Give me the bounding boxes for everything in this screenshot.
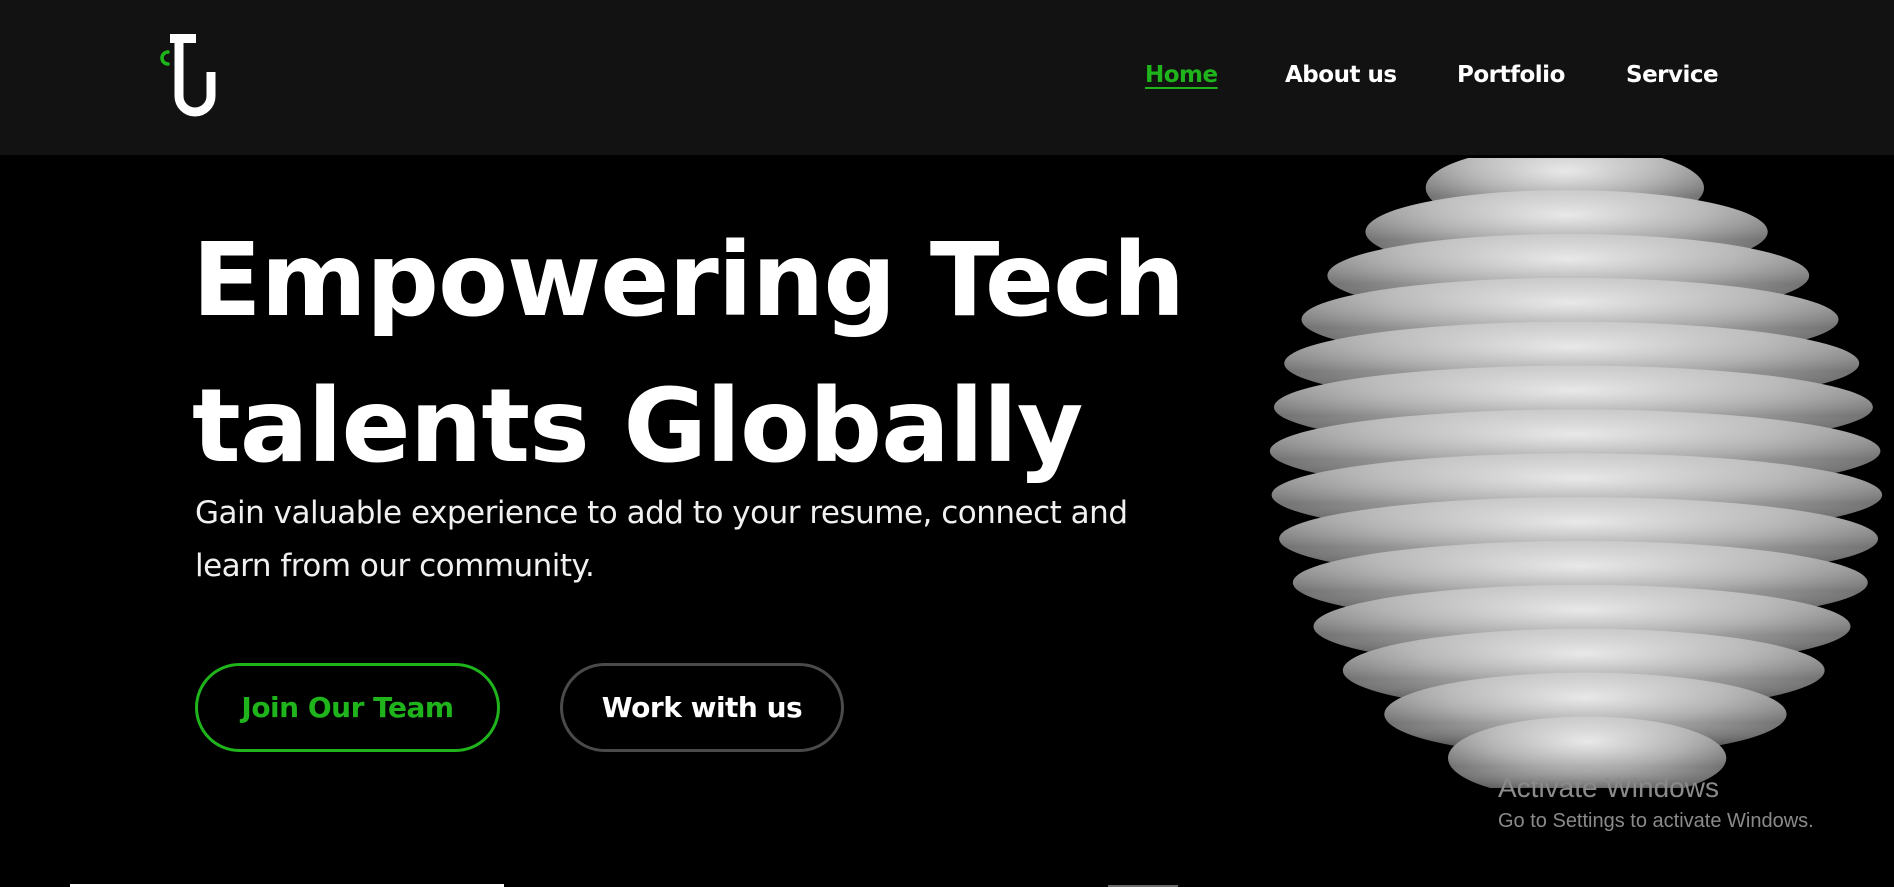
nav-portfolio[interactable]: Portfolio — [1457, 60, 1565, 90]
nav-about-us[interactable]: About us — [1285, 60, 1397, 90]
join-our-team-button[interactable]: Join Our Team — [195, 663, 500, 752]
main-nav: Home About us Portfolio Service — [0, 60, 1894, 90]
hero-subtitle: Gain valuable experience to add to your … — [195, 495, 1128, 584]
site-header: Home About us Portfolio Service — [0, 0, 1894, 155]
work-with-us-button[interactable]: Work with us — [560, 663, 844, 752]
hero-title-line-2: talents Globally — [192, 367, 1083, 486]
hero-title: Empowering Tech talents Globally — [192, 208, 1185, 500]
nav-home[interactable]: Home — [1145, 60, 1218, 90]
watermark-title: Activate Windows — [1498, 772, 1719, 803]
nav-service[interactable]: Service — [1626, 60, 1719, 90]
activate-windows-watermark: Activate Windows Go to Settings to activ… — [1498, 770, 1814, 836]
ridged-sphere-illustration — [1262, 146, 1890, 800]
hero-title-line-1: Empowering Tech — [192, 221, 1185, 340]
watermark-subtitle: Go to Settings to activate Windows. — [1498, 810, 1814, 832]
